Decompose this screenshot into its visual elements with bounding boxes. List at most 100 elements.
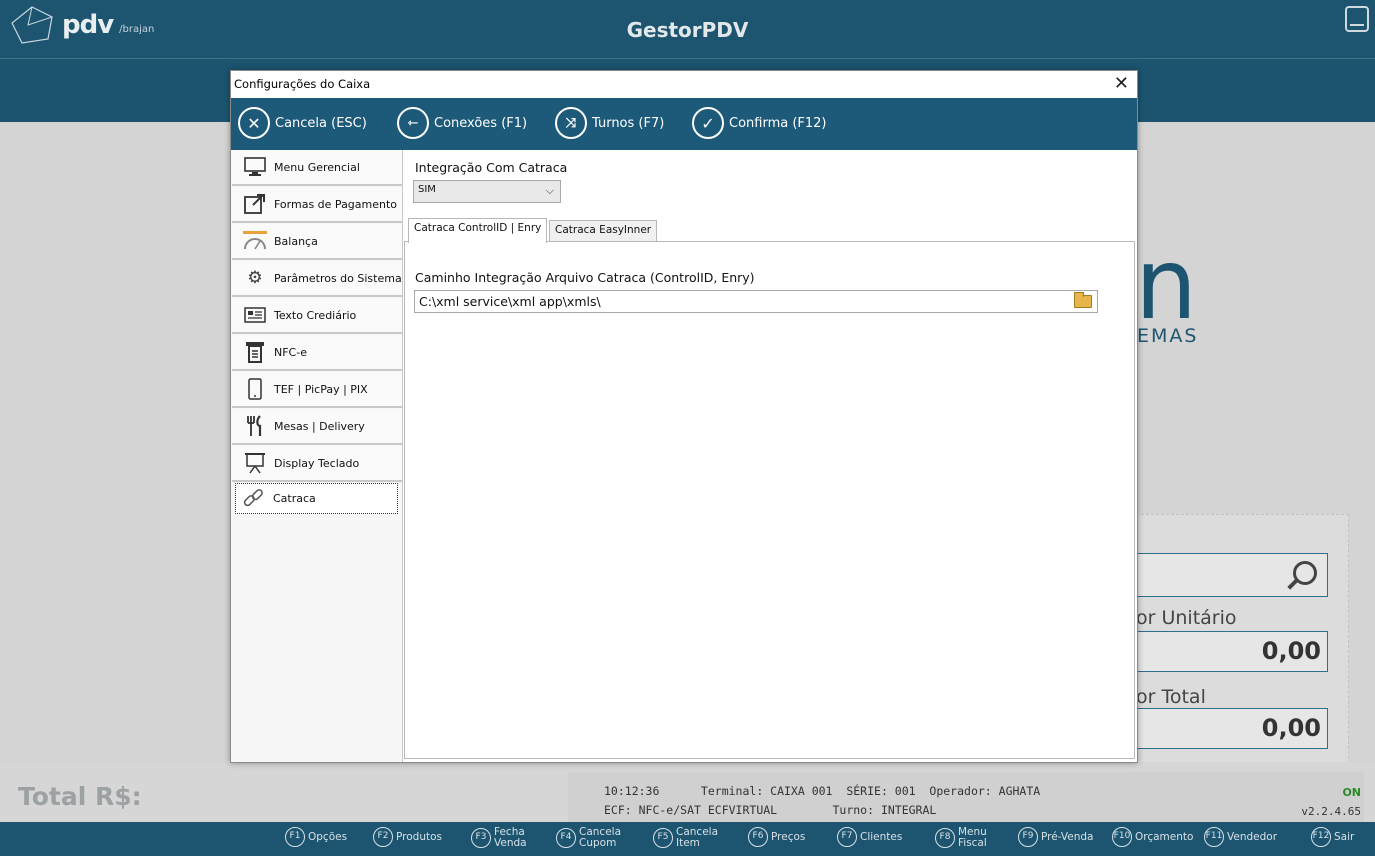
menu-item-label: Formas de Pagamento — [274, 197, 398, 211]
fkey-f12-icon: F12 — [1311, 827, 1331, 847]
fkey-f8-icon: F8 — [935, 828, 955, 848]
menu-item-label: Balança — [274, 234, 318, 248]
dialog-toolbar: ✕ Cancela (ESC) ⇽ Conexões (F1) ⤨ Turnos… — [231, 98, 1137, 150]
fkey-f10-icon: F10 — [1112, 827, 1132, 847]
total-value-field: 0,00 — [1136, 708, 1328, 749]
search-icon[interactable] — [1293, 561, 1317, 585]
confirm-button[interactable]: ✓ Confirma (F12) — [692, 107, 827, 139]
status-line-terminal: 10:12:36 Terminal: CAIXA 001 SÉRIE: 001 … — [604, 784, 1041, 798]
fkey-f9-pre-sale[interactable]: F9 Pré-Venda — [1018, 827, 1093, 847]
fkey-label: Cancela Cupom — [579, 826, 622, 849]
menu-item-label: Display Teclado — [274, 456, 360, 470]
fkey-label: Produtos — [396, 830, 442, 843]
fkey-f12-exit[interactable]: F12 Sair — [1311, 827, 1354, 847]
fkey-f11-seller[interactable]: F11 Vendedor — [1204, 827, 1277, 847]
cancel-button[interactable]: ✕ Cancela (ESC) — [238, 107, 367, 139]
tab-panel-controlid-enry: Caminho Integração Arquivo Catraca (Cont… — [404, 241, 1135, 759]
fkey-f10-quote[interactable]: F10 Orçamento — [1112, 827, 1193, 847]
unit-value-label: or Unitário — [1136, 607, 1237, 629]
shifts-button[interactable]: ⤨ Turnos (F7) — [555, 107, 664, 139]
fkey-f9-icon: F9 — [1018, 827, 1038, 847]
menu-item-nfce[interactable]: NFC-e — [232, 335, 402, 371]
version-label: v2.2.4.65 — [1301, 805, 1361, 818]
confirm-button-label: Confirma (F12) — [729, 115, 827, 131]
gears-icon: ⚙ — [247, 268, 263, 288]
connections-icon: ⇽ — [397, 107, 429, 139]
phone-icon — [242, 378, 268, 400]
fkey-f8-fiscal-menu[interactable]: F8 Menu Fiscal — [935, 827, 987, 849]
fkey-f11-icon: F11 — [1204, 827, 1224, 847]
fkey-f7-clients[interactable]: F7 Clientes — [837, 827, 902, 847]
turnstile-integration-select[interactable]: SIM ⌵ — [413, 180, 561, 203]
menu-item-payment-methods[interactable]: Formas de Pagamento — [232, 187, 402, 223]
minimize-icon[interactable] — [1345, 6, 1369, 32]
menu-item-label: Catraca — [273, 492, 316, 505]
menu-item-label: NFC-e — [274, 345, 307, 359]
fkey-f1-options[interactable]: F1 Opções — [285, 827, 347, 847]
fkey-label: Fecha Venda — [494, 826, 527, 849]
fkey-label: Opções — [308, 830, 348, 843]
cutlery-icon — [242, 415, 268, 437]
menu-item-credit-text[interactable]: Texto Crediário — [232, 298, 402, 334]
menu-item-label: Mesas | Delivery — [274, 419, 365, 433]
fkey-f3-icon: F3 — [471, 828, 491, 848]
menu-item-keyboard-display[interactable]: Display Teclado — [232, 446, 402, 482]
background-logo-subtext: EMAS — [1137, 325, 1199, 347]
fkey-label: Orçamento — [1135, 830, 1194, 843]
gauge-icon — [242, 230, 268, 252]
integration-path-label: Caminho Integração Arquivo Catraca (Cont… — [415, 270, 755, 285]
connections-button[interactable]: ⇽ Conexões (F1) — [397, 107, 527, 139]
shifts-button-label: Turnos (F7) — [592, 115, 665, 131]
fkey-label: Clientes — [860, 830, 903, 843]
fkey-f5-cancel-item[interactable]: F5 Cancela Item — [653, 827, 718, 849]
function-key-bar: F1 Opções F2 Produtos F3 Fecha Venda F4 Canc… — [0, 822, 1375, 856]
fkey-f2-products[interactable]: F2 Produtos — [373, 827, 442, 847]
menu-item-tef-picpay-pix[interactable]: TEF | PicPay | PIX — [232, 372, 402, 408]
settings-menu: Menu Gerencial Formas de Pagamento Balan… — [231, 150, 403, 762]
shuffle-icon: ⤨ — [555, 107, 587, 139]
close-icon[interactable]: ✕ — [1114, 74, 1129, 94]
menu-item-turnstile[interactable]: Catraca — [235, 483, 398, 514]
presentation-icon — [242, 452, 268, 474]
fkey-label: Sair — [1334, 830, 1355, 843]
online-indicator: ON — [1342, 786, 1361, 799]
fkey-label: Cancela Item — [676, 826, 719, 849]
menu-item-label: Menu Gerencial — [274, 160, 360, 174]
product-search-input[interactable] — [1136, 553, 1328, 597]
turnstile-integration-label: Integração Com Catraca — [415, 160, 568, 175]
dialog-title: Configurações do Caixa — [234, 77, 371, 91]
fkey-f4-cancel-receipt[interactable]: F4 Cancela Cupom — [556, 827, 621, 849]
fkey-f4-icon: F4 — [556, 828, 576, 848]
menu-item-system-parameters[interactable]: ⚙ Parâmetros do Sistema — [232, 261, 402, 297]
fkey-label: Pré-Venda — [1041, 830, 1094, 843]
status-line-ecf: ECF: NFC-e/SAT ECFVIRTUAL Turno: INTEGRA… — [604, 803, 937, 817]
fkey-f6-icon: F6 — [748, 827, 768, 847]
fkey-f5-icon: F5 — [653, 828, 673, 848]
integration-path-input[interactable]: C:\xml service\xml app\xmls\ — [414, 290, 1098, 313]
fkey-f3-close-sale[interactable]: F3 Fecha Venda — [471, 827, 527, 849]
menu-item-label: TEF | PicPay | PIX — [274, 382, 368, 396]
app-header: pdv /brajan GestorPDV — [0, 0, 1375, 58]
fkey-f6-prices[interactable]: F6 Preços — [748, 827, 805, 847]
cancel-x-icon: ✕ — [238, 107, 270, 139]
dialog-body: Menu Gerencial Formas de Pagamento Balan… — [231, 150, 1137, 762]
menu-item-management[interactable]: Menu Gerencial — [232, 150, 402, 186]
menu-item-label: Parâmetros do Sistema — [274, 271, 402, 285]
cash-register-settings-dialog: Configurações do Caixa ✕ ✕ Cancela (ESC)… — [230, 70, 1138, 763]
receipt-icon — [242, 341, 268, 363]
tab-controlid-enry[interactable]: Catraca ControlID | Enry — [408, 218, 548, 243]
connections-button-label: Conexões (F1) — [434, 115, 528, 131]
folder-icon[interactable] — [1074, 292, 1092, 308]
fkey-label: Vendedor — [1227, 830, 1278, 843]
total-value-label: or Total — [1136, 686, 1206, 708]
menu-item-tables-delivery[interactable]: Mesas | Delivery — [232, 409, 402, 445]
menu-item-label: Texto Crediário — [274, 308, 357, 322]
cancel-button-label: Cancela (ESC) — [275, 115, 367, 131]
menu-item-scale[interactable]: Balança — [232, 224, 402, 260]
settings-content: Integração Com Catraca SIM ⌵ Catraca Con… — [404, 150, 1137, 762]
tab-easyinner[interactable]: Catraca EasyInner — [549, 220, 658, 242]
fkey-f1-icon: F1 — [285, 827, 305, 847]
external-link-icon — [242, 193, 268, 215]
total-rs-label: Total R$: — [18, 782, 142, 811]
select-value: SIM — [418, 184, 436, 195]
